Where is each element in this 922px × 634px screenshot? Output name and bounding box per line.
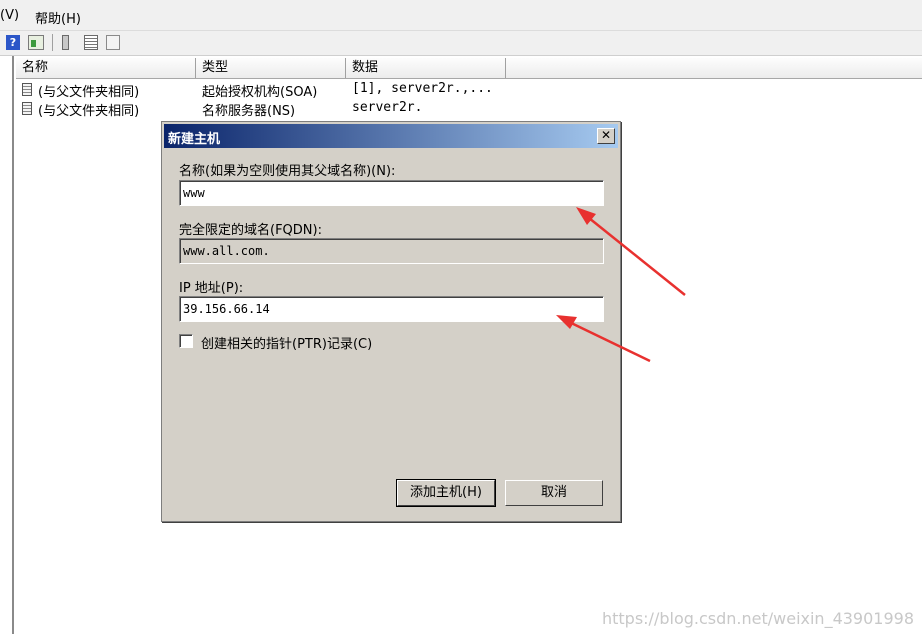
watermark: https://blog.csdn.net/weixin_43901998: [601, 609, 914, 628]
arrow-to-name-icon: [576, 207, 686, 296]
annotation-arrows: [556, 207, 686, 363]
arrow-to-ip-icon: [556, 315, 651, 363]
